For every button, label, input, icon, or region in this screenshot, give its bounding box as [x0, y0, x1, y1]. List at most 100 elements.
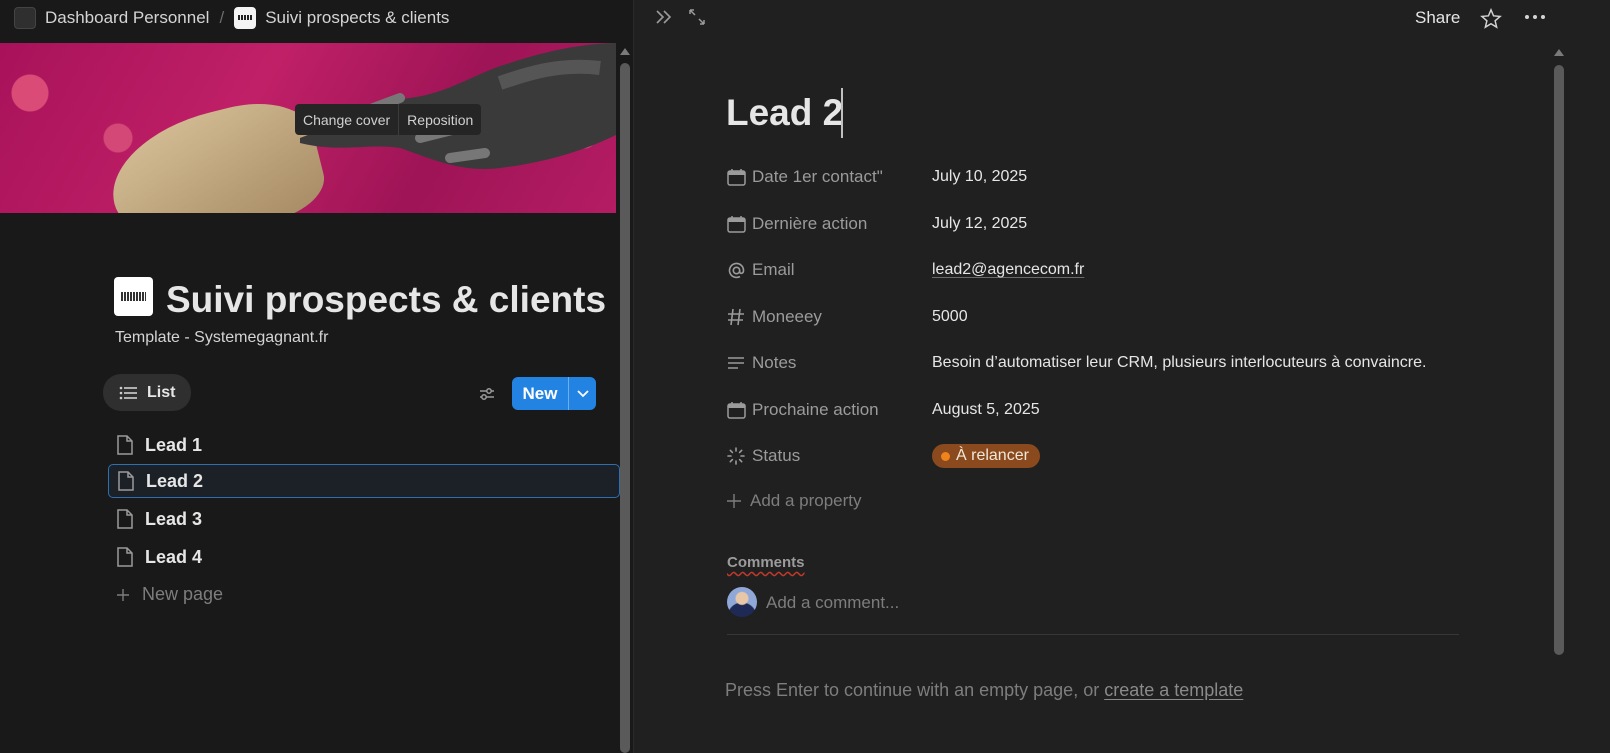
change-cover-button[interactable]: Change cover: [295, 104, 398, 135]
page-title[interactable]: Lead 2: [726, 92, 843, 134]
property-row[interactable]: Prochaine action August 5, 2025: [726, 398, 1586, 422]
scroll-up-arrow[interactable]: [620, 48, 630, 55]
property-value[interactable]: August 5, 2025: [932, 401, 1040, 419]
property-row[interactable]: Email lead2@agencecom.fr: [726, 258, 1586, 282]
text-caret: [841, 88, 843, 138]
comments-heading: Comments: [727, 554, 805, 571]
property-row[interactable]: Status À relancer: [726, 444, 1586, 468]
property-name[interactable]: Prochaine action: [726, 400, 932, 420]
new-button[interactable]: New: [512, 377, 596, 410]
status-value: À relancer: [956, 447, 1029, 464]
workspace-icon: [14, 7, 36, 29]
database-title[interactable]: Suivi prospects & clients: [166, 279, 606, 321]
filter-settings-icon[interactable]: [477, 384, 497, 404]
property-value[interactable]: 5000: [932, 308, 968, 326]
page-icon: [117, 509, 133, 529]
star-icon[interactable]: [1480, 8, 1502, 29]
add-property-button[interactable]: Add a property: [726, 491, 862, 511]
hash-icon: [726, 307, 746, 327]
new-page-label: New page: [142, 584, 224, 604]
property-value[interactable]: lead2@agencecom.fr: [932, 261, 1084, 279]
peek-pane: Share Lead 2 Date 1er contact" July 10, 2…: [633, 0, 1610, 753]
list-item-label: Lead 1: [145, 434, 203, 455]
property-name-label: Date 1er contact": [752, 167, 883, 186]
comment-input[interactable]: Add a comment...: [766, 593, 899, 613]
plus-icon: [117, 588, 129, 601]
property-name[interactable]: Moneeey: [726, 307, 932, 327]
page-icon: [117, 435, 133, 455]
new-button-label: New: [522, 383, 558, 403]
database-logo-icon: [234, 7, 257, 29]
at-icon: [726, 260, 746, 280]
avatar: [727, 587, 757, 617]
calendar-icon: [726, 400, 746, 420]
cover-controls: Change cover Reposition: [295, 104, 482, 135]
property-row[interactable]: Dernière action July 12, 2025: [726, 212, 1586, 236]
create-template-link[interactable]: create a template: [1104, 680, 1243, 700]
property-name[interactable]: Date 1er contact": [726, 167, 932, 187]
property-name[interactable]: Dernière action: [726, 214, 932, 234]
list-item[interactable]: Lead 4: [108, 540, 616, 574]
list-item-label: Lead 4: [145, 546, 203, 567]
share-button[interactable]: Share: [1415, 8, 1460, 28]
comment-divider: [727, 634, 1459, 635]
database-page-icon[interactable]: [114, 277, 153, 316]
property-value[interactable]: Besoin d’automatiser leur CRM, plusieurs…: [932, 354, 1426, 372]
scrollbar-thumb[interactable]: [1554, 65, 1564, 655]
peek-toolbar: Share: [634, 0, 1610, 36]
left-scrollbar[interactable]: [618, 43, 632, 753]
new-dropdown-button[interactable]: [568, 377, 596, 410]
cover-image: Change cover Reposition: [0, 43, 616, 213]
list-item-label: Lead 3: [145, 508, 203, 529]
status-icon: [726, 446, 746, 466]
calendar-icon: [726, 167, 746, 187]
calendar-icon: [726, 214, 746, 234]
breadcrumb-workspace[interactable]: Dashboard Personnel: [14, 7, 209, 29]
property-value[interactable]: July 10, 2025: [932, 168, 1027, 186]
add-property-label: Add a property: [750, 491, 862, 510]
reposition-button[interactable]: Reposition: [398, 104, 481, 135]
property-name-label: Email: [752, 260, 795, 279]
hint-text: Press Enter to continue with an empty pa…: [725, 680, 1105, 700]
list-item[interactable]: Lead 3: [108, 502, 616, 536]
page-icon: [118, 471, 134, 491]
property-name[interactable]: Notes: [726, 353, 932, 373]
property-row[interactable]: Moneeey 5000: [726, 305, 1586, 329]
property-row[interactable]: Notes Besoin d’automatiser leur CRM, plus…: [726, 351, 1586, 375]
new-page-button[interactable]: New page: [116, 584, 223, 605]
scrollbar-thumb[interactable]: [620, 63, 630, 753]
property-name-label: Status: [752, 446, 801, 465]
view-tab-label: List: [147, 383, 176, 401]
list-item[interactable]: Lead 2: [108, 464, 620, 498]
chevron-down-icon: [576, 389, 589, 397]
property-name[interactable]: Email: [726, 260, 932, 280]
breadcrumb: Dashboard Personnel / Suivi prospects & …: [0, 0, 632, 36]
status-dot: [941, 451, 950, 461]
more-options-icon[interactable]: [1524, 14, 1546, 20]
plus-icon: [727, 494, 741, 508]
property-name-label: Dernière action: [752, 214, 868, 233]
database-pane: Dashboard Personnel / Suivi prospects & …: [0, 0, 632, 753]
scroll-up-arrow[interactable]: [1554, 49, 1564, 56]
breadcrumb-database[interactable]: Suivi prospects & clients: [234, 7, 449, 29]
list-item-label: Lead 2: [146, 470, 204, 491]
property-name-label: Moneeey: [752, 307, 822, 326]
list-item[interactable]: Lead 1: [108, 428, 616, 462]
database-subtitle[interactable]: Template - Systemegagnant.fr: [115, 329, 328, 347]
property-value[interactable]: July 12, 2025: [932, 215, 1027, 233]
lines-icon: [726, 353, 746, 373]
list-icon: [119, 386, 137, 399]
breadcrumb-separator: /: [219, 8, 225, 27]
property-name[interactable]: Status: [726, 446, 932, 466]
breadcrumb-workspace-label: Dashboard Personnel: [45, 8, 210, 27]
expand-icon[interactable]: [688, 8, 706, 26]
breadcrumb-database-label: Suivi prospects & clients: [265, 8, 450, 27]
property-row[interactable]: Date 1er contact" July 10, 2025: [726, 165, 1586, 189]
close-peek-icon[interactable]: [654, 8, 674, 26]
view-tab-list[interactable]: List: [103, 374, 191, 411]
empty-page-hint: Press Enter to continue with an empty pa…: [725, 680, 1243, 701]
property-name-label: Notes: [752, 353, 797, 372]
property-name-label: Prochaine action: [752, 400, 879, 419]
right-scrollbar[interactable]: [1552, 43, 1566, 753]
status-badge[interactable]: À relancer: [932, 444, 1040, 468]
